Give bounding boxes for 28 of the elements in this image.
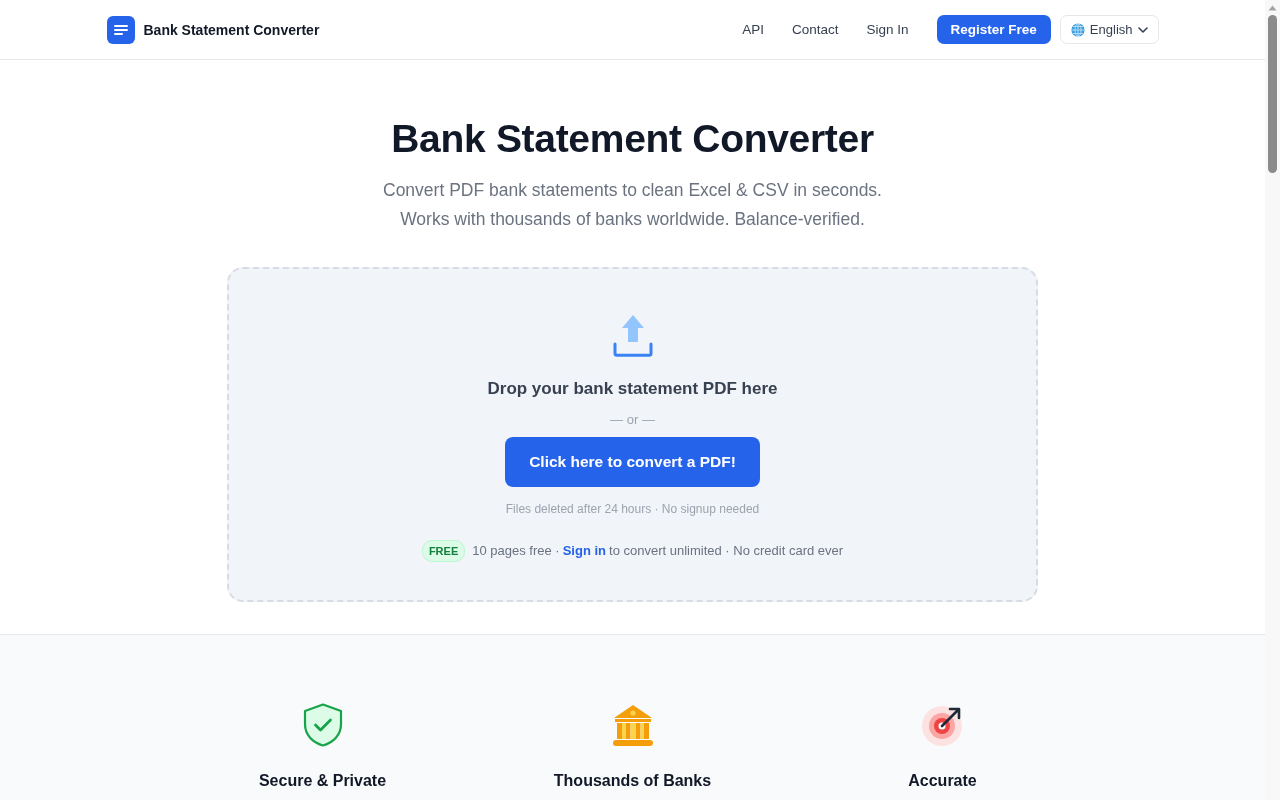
or-separator: — or — — [610, 411, 655, 429]
scrollbar[interactable] — [1265, 0, 1280, 800]
offer-text: 10 pages free · Sign in to convert unlimited · No credit card ever — [472, 542, 844, 560]
language-select[interactable]: English — [1059, 15, 1159, 44]
drop-heading: Drop your bank statement PDF here — [487, 378, 778, 400]
globe-icon — [1070, 22, 1085, 37]
upload-icon — [612, 315, 653, 357]
shield-check-icon — [302, 703, 343, 747]
feature-title: Thousands of Banks — [553, 771, 712, 791]
logo-icon — [106, 15, 135, 44]
nav-link[interactable]: API — [742, 16, 764, 43]
nav-link[interactable]: Sign In — [866, 16, 909, 43]
drop-zone[interactable]: Drop your bank statement PDF here — or — Click here to convert a PDF! Files deleted after 24 hours · No signup needed FREE 10 pages free · Sign in to convert unlimited · No credit card ever — [227, 267, 1038, 602]
hero-subtitle: Convert PDF bank statements to clean Excel & CSV in seconds. Works with thousands of banks worldwide. Balance-verified. — [383, 179, 882, 231]
privacy-note: Files deleted after 24 hours · No signup needed — [505, 501, 760, 517]
sign-in-link[interactable]: Sign in — [562, 543, 606, 558]
chevron-down-icon — [1137, 26, 1148, 33]
brand-name: Bank Statement Converter — [143, 21, 320, 38]
nav-link[interactable]: Contact — [792, 16, 839, 43]
convert-button[interactable]: Click here to convert a PDF! — [505, 437, 760, 487]
page-title: Bank Statement Converter — [391, 116, 874, 162]
scroll-up-icon[interactable] — [1268, 5, 1277, 11]
bank-building-icon — [612, 704, 653, 746]
feature-title: Accurate — [908, 771, 977, 791]
register-button[interactable]: Register Free — [936, 15, 1051, 44]
free-badge: FREE — [421, 540, 466, 562]
scrollbar-thumb[interactable] — [1268, 15, 1277, 173]
feature-title: Secure & Private — [258, 771, 387, 791]
